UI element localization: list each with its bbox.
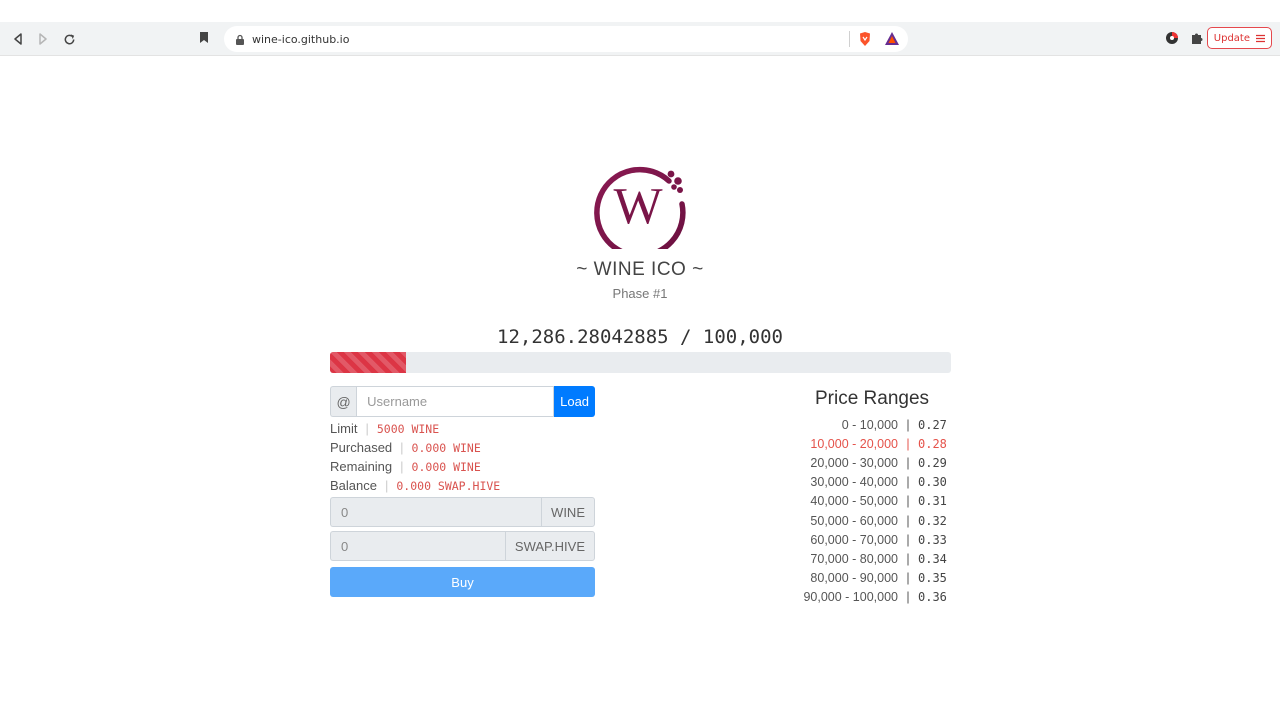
lock-icon (234, 33, 246, 45)
wine-amount-group: 0 WINE (330, 497, 595, 527)
extensions-puzzle-icon[interactable] (1190, 31, 1204, 50)
logo-letter: W (613, 178, 662, 235)
extension-wallet-icon[interactable] (1165, 31, 1179, 50)
hive-amount-input[interactable]: 0 (330, 531, 505, 561)
info-remaining-value: 0.000 WINE (411, 459, 481, 474)
update-label: Update (1213, 32, 1250, 44)
price-separator: | (906, 417, 910, 432)
forward-button[interactable] (32, 28, 54, 50)
price-value: 0.29 (918, 455, 947, 470)
info-balance-label: Balance (330, 478, 377, 493)
price-range-row: 90,000 - 100,000 | 0.36 (780, 588, 950, 607)
price-range: 20,000 - 30,000 (810, 455, 898, 470)
price-range-row: 20,000 - 30,000 | 0.29 (780, 453, 950, 472)
price-range-row: 0 - 10,000 | 0.27 (780, 415, 950, 434)
price-value: 0.30 (918, 475, 947, 490)
price-range: 70,000 - 80,000 (810, 551, 898, 566)
price-range-row: 30,000 - 40,000 | 0.30 (780, 473, 950, 492)
price-separator: | (906, 455, 910, 470)
price-range-row-active: 10,000 - 20,000 | 0.28 (780, 434, 950, 453)
price-value: 0.27 (918, 417, 947, 432)
price-range-row: 70,000 - 80,000 | 0.34 (780, 549, 950, 568)
price-separator: | (906, 590, 910, 605)
wine-logo: W (592, 157, 688, 259)
price-value: 0.35 (918, 571, 947, 586)
price-separator: | (906, 551, 910, 566)
back-icon (14, 33, 22, 45)
page-title: ~ WINE ICO ~ (576, 259, 704, 280)
info-separator: | (400, 459, 404, 474)
price-separator: | (906, 436, 910, 451)
price-value: 0.28 (918, 436, 947, 451)
price-range: 90,000 - 100,000 (803, 590, 898, 605)
progress-bar (330, 352, 951, 373)
progress-text: 12,286.28042885 / 100,000 (497, 326, 783, 348)
hive-amount-group: 0 SWAP.HIVE (330, 531, 595, 561)
price-separator: | (906, 513, 910, 528)
info-purchased-value: 0.000 WINE (411, 440, 481, 455)
forward-icon (39, 33, 47, 45)
username-group: @ Load (330, 386, 595, 417)
price-value: 0.36 (918, 590, 947, 605)
at-prefix: @ (330, 386, 357, 417)
page-content: W ~ WINE ICO ~ Phase #1 12,286.28042885 … (0, 56, 1280, 720)
price-value: 0.34 (918, 551, 947, 566)
price-range-row: 50,000 - 60,000 | 0.32 (780, 511, 950, 530)
price-ranges-title: Price Ranges (814, 388, 930, 409)
info-remaining-label: Remaining (330, 459, 393, 474)
bat-rewards-icon[interactable] (884, 31, 900, 51)
price-range: 0 - 10,000 (841, 417, 898, 432)
reload-icon (64, 33, 74, 44)
price-separator: | (906, 532, 910, 547)
update-button[interactable]: Update (1206, 27, 1272, 49)
back-button[interactable] (7, 28, 29, 50)
bookmark-icon (200, 32, 208, 43)
price-separator: | (906, 494, 910, 509)
address-url: wine-ico.github.io (252, 32, 350, 46)
browser-toolbar: wine-ico.github.io Update (0, 22, 1280, 56)
price-value: 0.33 (918, 532, 947, 547)
info-separator: | (400, 440, 404, 455)
price-value: 0.31 (918, 494, 947, 509)
info-remaining: Remaining | 0.000 WINE (330, 457, 481, 476)
buy-button[interactable]: Buy (330, 567, 595, 597)
info-purchased-label: Purchased (330, 440, 393, 455)
hive-unit-label: SWAP.HIVE (504, 531, 595, 561)
info-separator: | (365, 421, 369, 436)
info-limit-label: Limit (330, 421, 358, 436)
price-range-row: 80,000 - 90,000 | 0.35 (780, 569, 950, 588)
price-separator: | (906, 571, 910, 586)
price-separator: | (906, 475, 910, 490)
info-balance-value: 0.000 SWAP.HIVE (396, 478, 501, 493)
phase-label: Phase #1 (612, 286, 668, 301)
price-range: 40,000 - 50,000 (810, 494, 898, 509)
price-ranges-list: 0 - 10,000 | 0.27 10,000 - 20,000 | 0.28 20,… (780, 415, 950, 607)
price-range: 50,000 - 60,000 (810, 513, 898, 528)
username-input[interactable] (356, 386, 555, 417)
bookmark-button[interactable] (199, 31, 209, 49)
reload-button[interactable] (58, 28, 80, 50)
progress-fill (330, 352, 407, 373)
price-range: 80,000 - 90,000 (810, 571, 898, 586)
menu-icon (1256, 34, 1265, 42)
browser-chrome: wine-ico.github.io Update (0, 0, 1280, 56)
wine-unit-label: WINE (541, 497, 595, 527)
info-purchased: Purchased | 0.000 WINE (330, 438, 481, 457)
address-bar[interactable]: wine-ico.github.io (224, 26, 908, 52)
price-range-row: 60,000 - 70,000 | 0.33 (780, 530, 950, 549)
load-button[interactable]: Load (554, 386, 595, 417)
price-range: 10,000 - 20,000 (810, 436, 898, 451)
price-range: 30,000 - 40,000 (810, 475, 898, 490)
brave-shield-icon[interactable] (858, 31, 872, 52)
price-range: 60,000 - 70,000 (810, 532, 898, 547)
price-range-row: 40,000 - 50,000 | 0.31 (780, 492, 950, 511)
price-value: 0.32 (918, 513, 947, 528)
info-limit: Limit | 5000 WINE (330, 419, 439, 438)
info-separator: | (384, 478, 389, 493)
wine-amount-input[interactable]: 0 (330, 497, 542, 527)
info-balance: Balance | 0.000 SWAP.HIVE (330, 476, 500, 495)
address-separator (849, 31, 850, 47)
info-limit-value: 5000 WINE (376, 421, 440, 436)
